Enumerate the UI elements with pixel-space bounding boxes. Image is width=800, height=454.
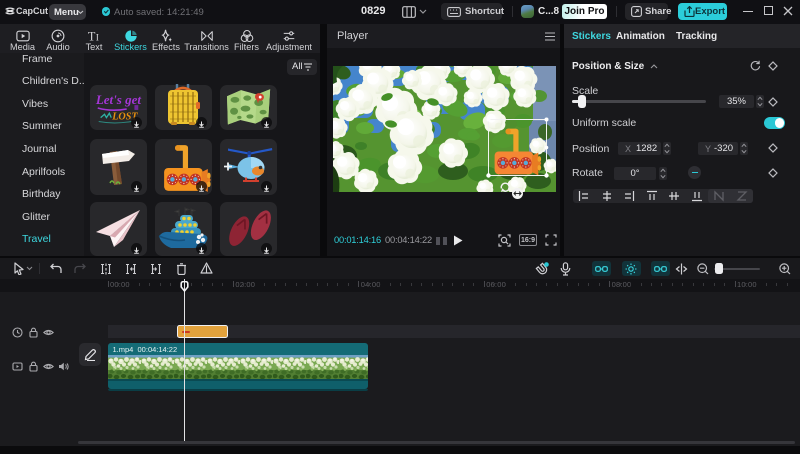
- svg-text:Let's get: Let's get: [95, 92, 142, 107]
- svg-text:T: T: [88, 29, 96, 43]
